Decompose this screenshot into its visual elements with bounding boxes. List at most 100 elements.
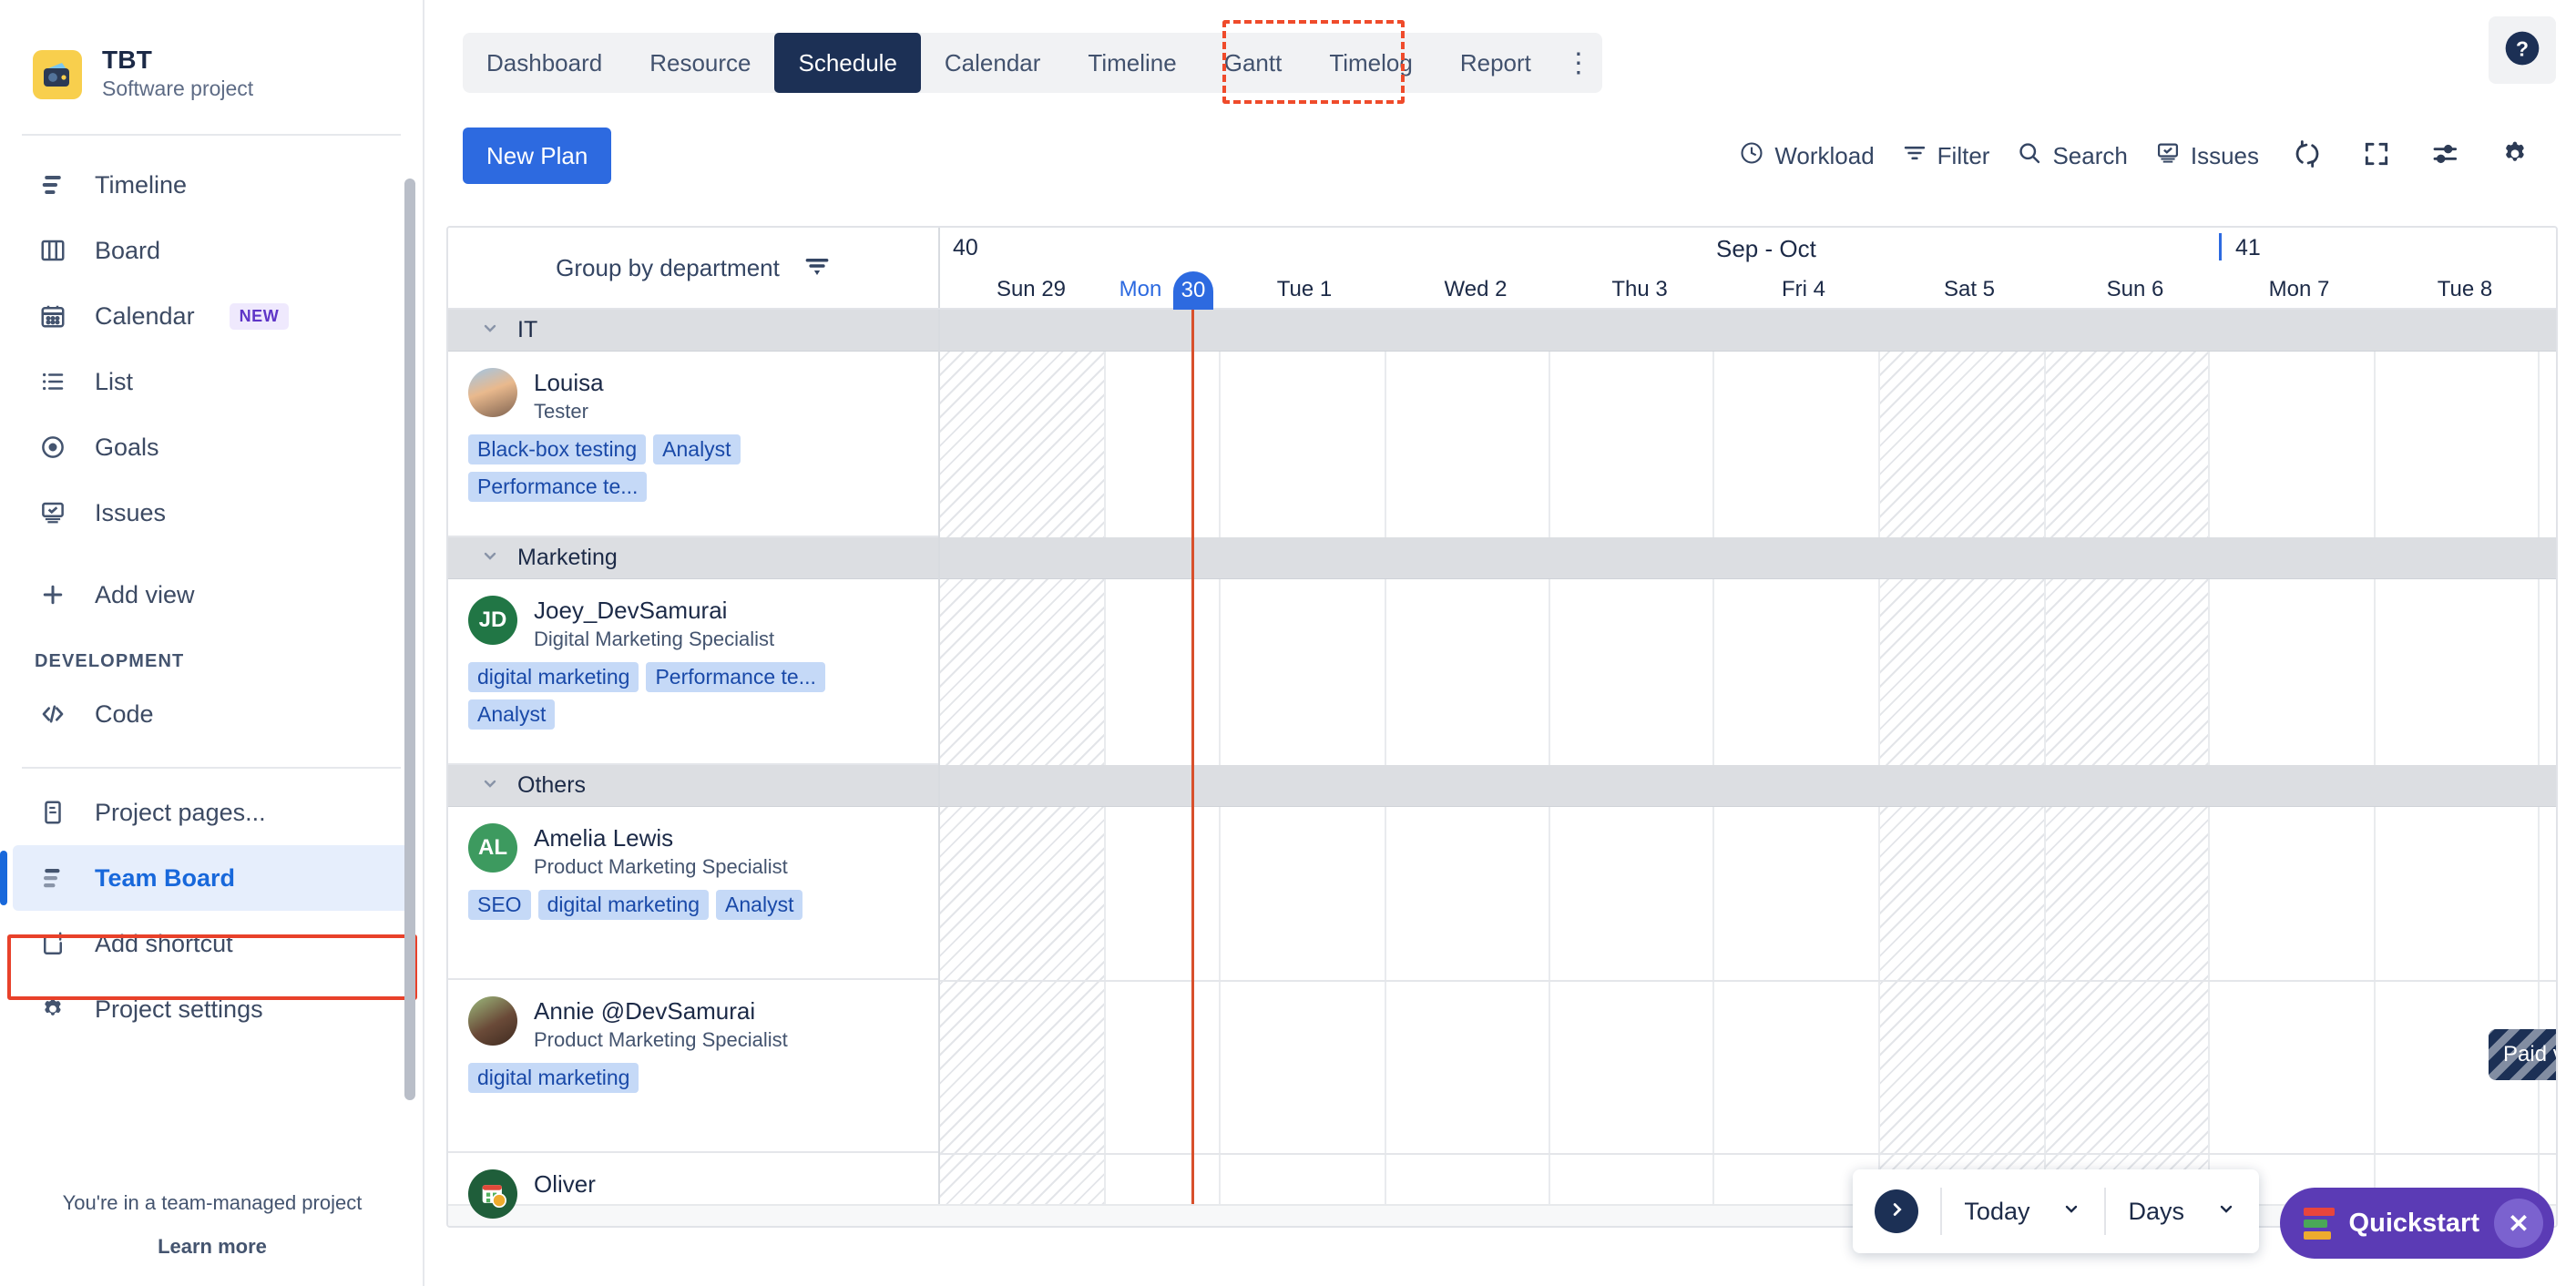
sidebar-item-label: Board [95,236,161,264]
week-number-40: 40 [953,235,978,260]
scale-select[interactable]: Days [2128,1198,2237,1226]
resource-name: Oliver [534,1170,596,1198]
group-by-header[interactable]: Group by department [448,228,940,308]
sidebar-item-team-board[interactable]: Team Board [0,845,414,912]
avatar[interactable] [468,1169,517,1219]
skill-tag[interactable]: Performance te... [468,472,648,503]
help-button[interactable]: ? [2489,16,2556,84]
sidebar-item-label: Add shortcut [95,929,233,957]
chevron-down-icon[interactable] [479,545,501,571]
sidebar-item-add-shortcut[interactable]: Add shortcut [0,911,423,976]
sidebar-item-issues[interactable]: Issues [0,480,423,546]
gear-button[interactable] [2494,135,2536,177]
row-divider [940,765,2556,767]
resource-row-joey[interactable]: JD Joey_DevSamurai Digital Marketing Spe… [448,579,938,765]
project-header[interactable]: TBT Software project [0,0,423,134]
filter-button[interactable]: Filter [1902,140,1989,172]
day-mon[interactable]: Mon [1104,270,1177,310]
learn-more-link[interactable]: Learn more [0,1235,424,1259]
chevron-down-icon[interactable] [479,772,501,799]
team-board-icon [35,860,71,896]
sidebar-item-board[interactable]: Board [0,218,423,283]
sidebar-section-development: DEVELOPMENT [35,651,185,672]
group-row-it[interactable]: IT [448,310,938,352]
avatar[interactable] [468,996,517,1046]
refresh-button[interactable] [2286,135,2328,177]
day-mon-7[interactable]: Mon 7 [2208,270,2390,310]
plus-icon [35,577,71,613]
chevron-down-icon[interactable] [479,317,501,343]
day-tue-1[interactable]: Tue 1 [1213,270,1395,310]
tab-schedule[interactable]: Schedule [774,33,921,93]
group-row-marketing[interactable]: Marketing [448,537,938,579]
column-divider [1219,310,1221,1204]
day-sun-6[interactable]: Sun 6 [2044,270,2226,310]
board-icon [35,232,71,269]
sidebar-scrollbar[interactable] [404,179,415,1100]
tab-report[interactable]: Report [1436,33,1555,93]
more-options-icon[interactable]: ⋮ [1555,33,1602,93]
tab-gantt[interactable]: Gantt [1201,33,1306,93]
quickstart-button[interactable]: Quickstart ✕ [2279,1188,2554,1259]
resource-header: Oliver [448,1153,938,1219]
tab-timelog[interactable]: Timelog [1305,33,1436,93]
toolbar: New Plan Workload Filter Search Issues [424,120,2576,191]
next-period-button[interactable] [1875,1189,1919,1233]
avatar[interactable]: JD [468,596,517,645]
workload-button[interactable]: Workload [1739,140,1875,172]
tab-dashboard[interactable]: Dashboard [463,33,626,93]
avatar-initials: AL [478,835,507,860]
sidebar-item-timeline[interactable]: Timeline [0,152,423,218]
settings-sliders-button[interactable] [2425,135,2467,177]
filter-icon[interactable] [803,252,831,284]
tab-calendar[interactable]: Calendar [921,33,1065,93]
day-wed-2[interactable]: Wed 2 [1385,270,1567,310]
tab-timeline[interactable]: Timeline [1064,33,1200,93]
group-name: IT [517,317,538,342]
sidebar-item-goals[interactable]: Goals [0,414,423,480]
skill-tag[interactable]: Black-box testing [468,434,647,465]
fullscreen-button[interactable] [2356,135,2397,177]
day-sat-5[interactable]: Sat 5 [1878,270,2060,310]
skill-tag[interactable]: Analyst [716,890,803,921]
new-plan-button[interactable]: New Plan [463,128,612,184]
avatar[interactable]: AL [468,823,517,873]
sidebar-item-add-view[interactable]: Add view [0,562,423,628]
month-label: Sep - Oct [1716,235,1816,262]
sidebar-item-code[interactable]: Code [0,681,423,747]
sidebar-item-project-settings[interactable]: Project settings [0,976,423,1042]
sidebar-item-project-pages[interactable]: Project pages... [0,780,423,845]
issues-button[interactable]: Issues [2155,140,2259,172]
project-subtitle: Software project [102,77,254,101]
skill-tag[interactable]: digital marketing [468,1063,639,1094]
close-icon[interactable]: ✕ [2494,1199,2543,1248]
range-select[interactable]: Today [1964,1198,2082,1226]
workload-label: Workload [1774,141,1875,169]
sidebar-item-list[interactable]: List [0,349,423,414]
skill-tag[interactable]: Analyst [653,434,741,465]
skill-tag[interactable]: digital marketing [468,662,639,693]
timeline-icon [35,167,71,203]
group-row-others[interactable]: Others [448,765,938,807]
resource-row-louisa[interactable]: Louisa Tester Black-box testing Analyst … [448,352,938,537]
skill-tag[interactable]: Analyst [468,699,556,730]
toolbar-actions: Workload Filter Search Issues [1739,135,2536,177]
day-tue-8[interactable]: Tue 8 [2374,270,2556,310]
skill-tag[interactable]: SEO [468,890,531,921]
search-button[interactable]: Search [2017,140,2128,172]
tab-resource[interactable]: Resource [626,33,774,93]
skill-tag[interactable]: Performance te... [646,662,825,693]
day-sun-29[interactable]: Sun 29 [940,270,1122,310]
avatar[interactable] [468,368,517,417]
resource-row-amelia[interactable]: AL Amelia Lewis Product Marketing Specia… [448,807,938,980]
day-fri-4[interactable]: Fri 4 [1712,270,1895,310]
task-bar-paid-vacation[interactable]: Paid vacation [2489,1029,2556,1080]
skill-tag[interactable]: digital marketing [537,890,710,921]
sliders-icon [2431,139,2460,173]
sidebar-item-calendar[interactable]: Calendar NEW [0,283,423,349]
resource-row-annie[interactable]: Annie @DevSamurai Product Marketing Spec… [448,980,938,1153]
resource-row-oliver[interactable]: Oliver [448,1153,938,1226]
divider [22,767,401,770]
timeline-grid[interactable]: Paid vacation [940,310,2556,1204]
day-thu-3[interactable]: Thu 3 [1549,270,1731,310]
